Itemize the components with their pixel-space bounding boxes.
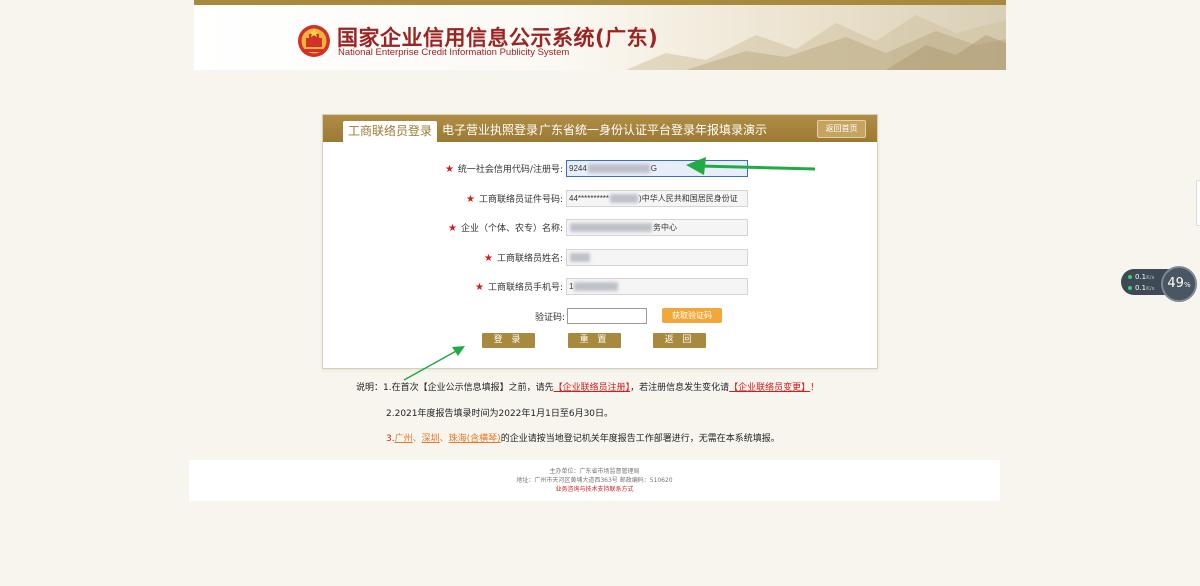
company-name-input[interactable]: 务中心 — [566, 219, 748, 236]
company-name-row: ★ 企业（个体、农专）名称: — [323, 219, 563, 237]
login-panel: 工商联络员登录 电子营业执照登录 广东省统一身份认证平台登录 年报填录演示 返回… — [322, 114, 878, 369]
liaison-change-link[interactable]: 【企业联络员变更】 — [729, 383, 810, 393]
redacted-text — [570, 223, 652, 233]
login-tab-bar: 工商联络员登录 电子营业执照登录 广东省统一身份认证平台登录 年报填录演示 返回… — [323, 115, 877, 142]
tab-unified-identity-login[interactable]: 广东省统一身份认证平台登录 — [539, 115, 695, 142]
redacted-text — [587, 164, 650, 174]
credit-code-row: ★ 统一社会信用代码/注册号: — [323, 160, 563, 178]
contact-name-row: ★ 工商联络员姓名: — [323, 249, 563, 267]
upload-dot-icon — [1128, 275, 1132, 279]
contact-phone-row: ★ 工商联络员手机号: — [323, 278, 563, 296]
redacted-text — [574, 282, 619, 292]
shenzhen-link[interactable]: 深圳 — [422, 434, 440, 444]
zhuhai-link[interactable]: 珠海(含横琴) — [449, 434, 501, 444]
required-star-icon: ★ — [483, 253, 493, 264]
side-float-tab[interactable] — [1196, 180, 1200, 226]
credit-code-label: 统一社会信用代码/注册号: — [457, 165, 563, 175]
id-number-row: ★ 工商联络员证件号码: — [323, 190, 563, 208]
mountain-landscape-decoration — [626, 15, 1006, 70]
contact-phone-label: 工商联络员手机号: — [487, 283, 563, 293]
id-number-input[interactable]: 44**********)中华人民共和国居民身份证 — [566, 190, 748, 207]
required-star-icon: ★ — [474, 282, 484, 293]
login-button[interactable]: 登 录 — [482, 333, 535, 348]
captcha-input[interactable] — [567, 308, 647, 324]
captcha-label: 验证码: — [534, 313, 565, 323]
note-2: 2.2021年度报告填录时间为2022年1月1日至6月30日。 — [386, 409, 614, 419]
site-subtitle: National Enterprise Credit Information P… — [338, 47, 570, 58]
note-3: 3.广州、深圳、珠海(含横琴)的企业请按当地登记机关年度报告工作部署进行，无需在… — [386, 434, 780, 444]
reset-button[interactable]: 重 置 — [568, 333, 621, 348]
back-button[interactable]: 返 回 — [653, 333, 706, 348]
id-number-label: 工商联络员证件号码: — [478, 195, 563, 205]
download-dot-icon — [1128, 286, 1132, 290]
contact-phone-input[interactable]: 1 — [566, 278, 748, 295]
footer-sponsor: 主办单位：广东省市场监督管理局 — [549, 468, 640, 475]
network-speed-widget[interactable]: 0.1K/s 0.1K/s 49% — [1121, 266, 1200, 302]
required-star-icon: ★ — [465, 194, 475, 205]
liaison-register-link[interactable]: 【企业联络员注册】 — [554, 383, 631, 393]
tab-liaison-login[interactable]: 工商联络员登录 — [343, 121, 438, 142]
contact-name-input[interactable] — [566, 249, 748, 266]
note-1: 说明：1.在首次【企业公示信息填报】之前，请先【企业联络员注册】，若注册信息发生… — [356, 383, 820, 393]
redacted-text — [610, 194, 639, 204]
guangzhou-link[interactable]: 广州 — [395, 434, 413, 444]
site-footer: 主办单位：广东省市场监督管理局 地址：广州市天河区黄埔大道西363号 邮政编码：… — [189, 460, 1000, 501]
contact-name-label: 工商联络员姓名: — [496, 254, 563, 264]
national-emblem-icon — [298, 25, 330, 57]
get-verification-code-button[interactable]: 获取验证码 — [662, 308, 722, 323]
required-star-icon: ★ — [444, 164, 454, 175]
company-name-label: 企业（个体、农专）名称: — [460, 224, 563, 234]
credit-code-input[interactable]: 9244 G — [566, 160, 748, 177]
captcha-row: 验证码: — [323, 308, 565, 326]
footer-contact-link[interactable]: 业务咨询与技术支持联系方式 — [555, 486, 633, 493]
return-home-button[interactable]: 返回首页 — [817, 120, 866, 138]
memory-usage-gauge: 49% — [1161, 266, 1197, 302]
redacted-text — [570, 253, 590, 263]
tab-e-license-login[interactable]: 电子营业执照登录 — [442, 115, 538, 142]
tab-annual-report-demo[interactable]: 年报填录演示 — [695, 115, 767, 142]
site-header: 国家企业信用信息公示系统(广东) National Enterprise Cre… — [194, 0, 1006, 70]
required-star-icon: ★ — [447, 223, 457, 234]
footer-address: 地址：广州市天河区黄埔大道西363号 邮政编码：510620 — [516, 477, 673, 484]
